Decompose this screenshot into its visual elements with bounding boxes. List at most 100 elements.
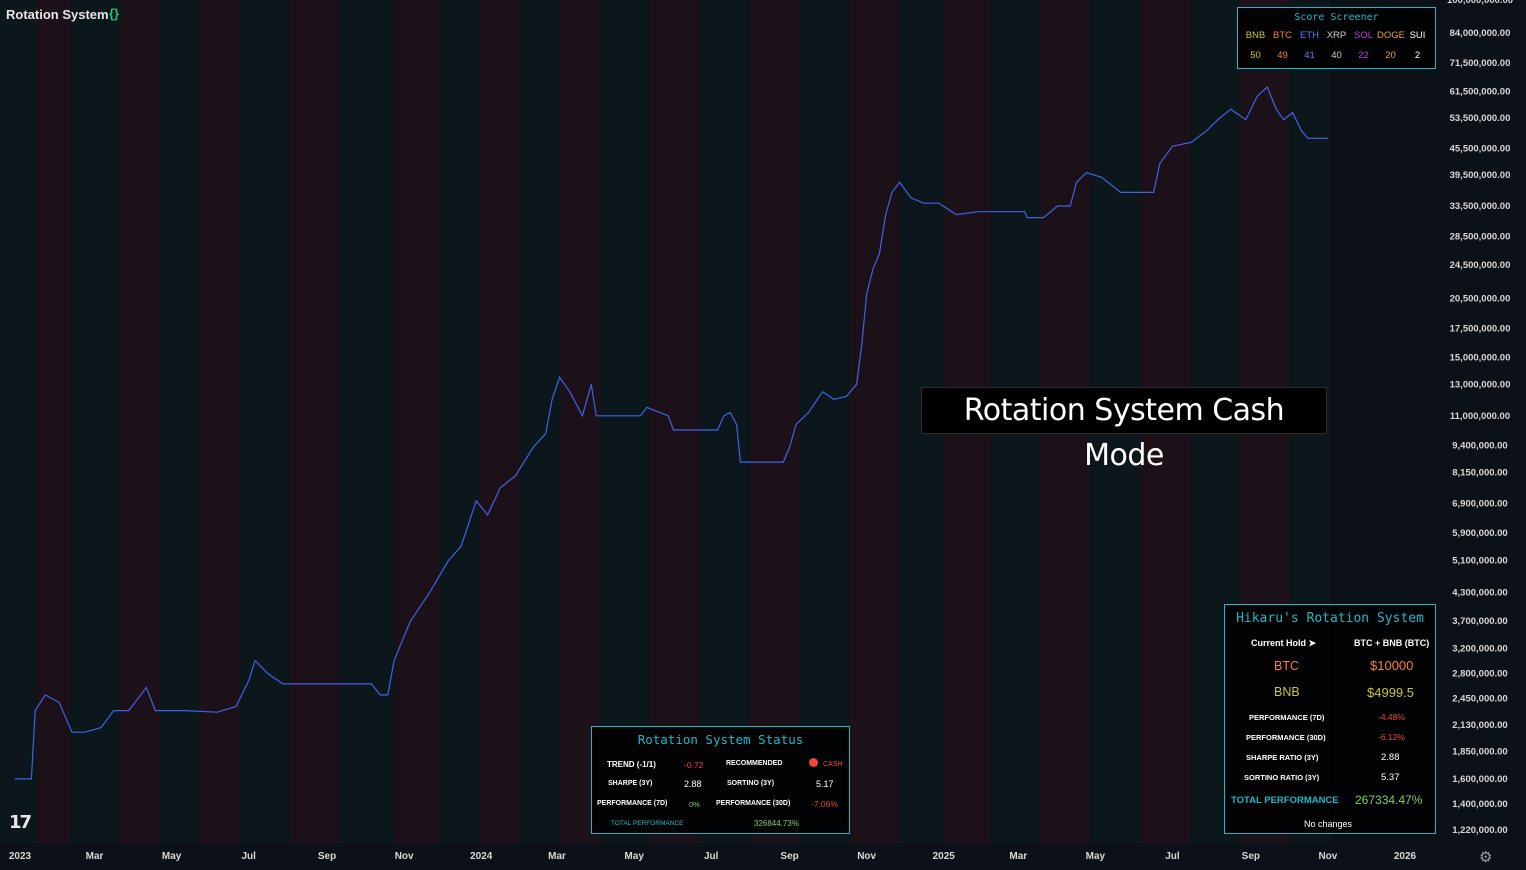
regime-band	[480, 0, 520, 845]
y-tick-label: 5,900,000.00	[1452, 528, 1507, 539]
perf7-value: 0%	[689, 800, 700, 809]
cash-mode-banner: Rotation System Cash Mode	[921, 387, 1327, 473]
hk-perf30-value: -6.12%	[1378, 732, 1405, 742]
y-tick-label: 45,500,000.00	[1450, 143, 1511, 154]
screener-asset-doge: DOGE	[1377, 30, 1405, 41]
y-tick-label: 1,400,000.00	[1452, 799, 1507, 810]
regime-band	[560, 0, 600, 845]
perf30-value: -7.06%	[811, 799, 838, 809]
y-tick-label: 1,600,000.00	[1452, 774, 1507, 785]
y-tick-label: 3,700,000.00	[1452, 616, 1507, 627]
regime-band	[750, 0, 800, 845]
screener-score-btc: 49	[1277, 50, 1288, 61]
tradingview-logo-icon[interactable]: 17	[9, 812, 32, 833]
regime-band	[520, 0, 560, 845]
y-tick-label: 20,500,000.00	[1450, 294, 1511, 305]
hk-perf30-label: PERFORMANCE (30D)	[1246, 733, 1326, 742]
x-tick-label: Sep	[780, 851, 798, 862]
recommended-value: CASH	[823, 761, 843, 768]
btc-label: BTC	[1274, 659, 1299, 673]
x-axis-background	[0, 843, 1526, 870]
x-tick-label: Nov	[857, 851, 876, 862]
status-title: Rotation System Status	[637, 732, 804, 747]
trend-label: TREND (-1/1)	[607, 760, 656, 769]
screener-score-doge: 20	[1385, 50, 1396, 61]
regime-band	[700, 0, 750, 845]
y-tick-label: 39,500,000.00	[1450, 170, 1511, 181]
x-tick-label: Jul	[1165, 851, 1180, 862]
total-value: 326844.73%	[754, 819, 799, 828]
screener-asset-names: BNB BTC ETH XRP SOL DOGE SUI	[1238, 30, 1435, 41]
y-tick-label: 84,000,000.00	[1450, 28, 1511, 39]
x-tick-label: Mar	[1009, 851, 1027, 862]
screener-asset-sol: SOL	[1353, 30, 1373, 41]
code-braces-icon[interactable]: {}	[109, 6, 119, 21]
y-tick-label: 28,500,000.00	[1450, 231, 1511, 242]
regime-band	[290, 0, 340, 845]
perf7-label: PERFORMANCE (7D)	[597, 800, 668, 807]
x-tick-label: 2024	[470, 851, 493, 862]
y-tick-label: 100,000,000.00	[1447, 0, 1513, 6]
screener-asset-eth: ETH	[1300, 30, 1319, 41]
current-hold-label: Current Hold ➤	[1251, 638, 1317, 648]
hk-footer: No changes	[1304, 819, 1353, 829]
y-tick-label: 71,500,000.00	[1450, 58, 1511, 69]
regime-band	[0, 0, 36, 845]
x-tick-label: 2025	[933, 851, 956, 862]
regime-band	[340, 0, 395, 845]
recommended-label: RECOMMENDED	[726, 760, 783, 767]
x-tick-label: Jul	[242, 851, 257, 862]
chart-title: Rotation System	[6, 7, 109, 22]
current-hold-value: BTC + BNB (BTC)	[1354, 638, 1430, 648]
hk-sharpe-value: 2.88	[1381, 752, 1400, 763]
x-tick-label: May	[1086, 851, 1106, 862]
regime-band	[120, 0, 160, 845]
y-tick-label: 2,800,000.00	[1452, 669, 1507, 680]
y-tick-label: 15,000,000.00	[1450, 352, 1511, 363]
gear-icon[interactable]: ⚙	[1479, 848, 1492, 866]
x-tick-label: May	[624, 851, 644, 862]
screener-asset-xrp: XRP	[1326, 30, 1347, 41]
bnb-value: $4999.5	[1367, 685, 1414, 700]
regime-band	[200, 0, 240, 845]
regime-band	[600, 0, 650, 845]
hk-sortino-value: 5.37	[1381, 772, 1400, 783]
y-tick-label: 3,200,000.00	[1452, 643, 1507, 654]
btc-value: $10000	[1370, 658, 1414, 673]
y-tick-label: 17,500,000.00	[1450, 323, 1511, 334]
hk-perf7-value: -4.48%	[1378, 712, 1405, 722]
y-tick-label: 61,500,000.00	[1450, 87, 1511, 98]
x-tick-label: Nov	[395, 851, 414, 862]
y-tick-label: 9,400,000.00	[1452, 440, 1507, 451]
regime-band	[36, 0, 70, 845]
hk-sharpe-label: SHARPE RATIO (3Y)	[1246, 753, 1319, 762]
regime-band	[440, 0, 480, 845]
screener-score-eth: 41	[1304, 50, 1315, 61]
regime-band	[650, 0, 700, 845]
x-tick-label: Jul	[704, 851, 719, 862]
x-tick-label: Mar	[548, 851, 566, 862]
x-tick-label: 2023	[9, 851, 32, 862]
regime-band	[395, 0, 440, 845]
regime-band	[800, 0, 850, 845]
hikaru-rotation-panel: Hikaru's Rotation System Current Hold ➤ …	[1224, 604, 1436, 834]
screener-asset-sui: SUI	[1409, 30, 1426, 41]
sharpe-value: 2.88	[684, 779, 702, 789]
y-tick-label: 33,500,000.00	[1450, 201, 1511, 212]
regime-band	[70, 0, 120, 845]
trend-value: -0.72	[684, 760, 704, 770]
perf30-label: PERFORMANCE (30D)	[716, 800, 791, 807]
screener-score-xrp: 40	[1331, 50, 1342, 61]
x-axis: 2023 Mar May Jul Sep Nov 2024 Mar May Jul Sep Nov 20…	[0, 843, 1526, 870]
hk-total-label: TOTAL PERFORMANCE	[1231, 795, 1339, 806]
y-axis: 100,000,000.00 84,000,000.00 71,500,000.00…	[1440, 0, 1526, 843]
regime-band	[850, 0, 900, 845]
y-tick-label: 11,000,000.00	[1450, 411, 1510, 422]
sortino-label: SORTINO (3Y)	[727, 780, 775, 787]
cash-indicator-icon	[809, 758, 818, 767]
x-tick-label: Sep	[1242, 851, 1260, 862]
y-tick-label: 1,220,000.00	[1452, 825, 1507, 836]
rotation-status-panel: Rotation System Status TREND (-1/1) -0.7…	[591, 726, 850, 834]
hk-perf7-label: PERFORMANCE (7D)	[1249, 713, 1325, 722]
total-label: TOTAL PERFORMANCE	[611, 820, 684, 827]
